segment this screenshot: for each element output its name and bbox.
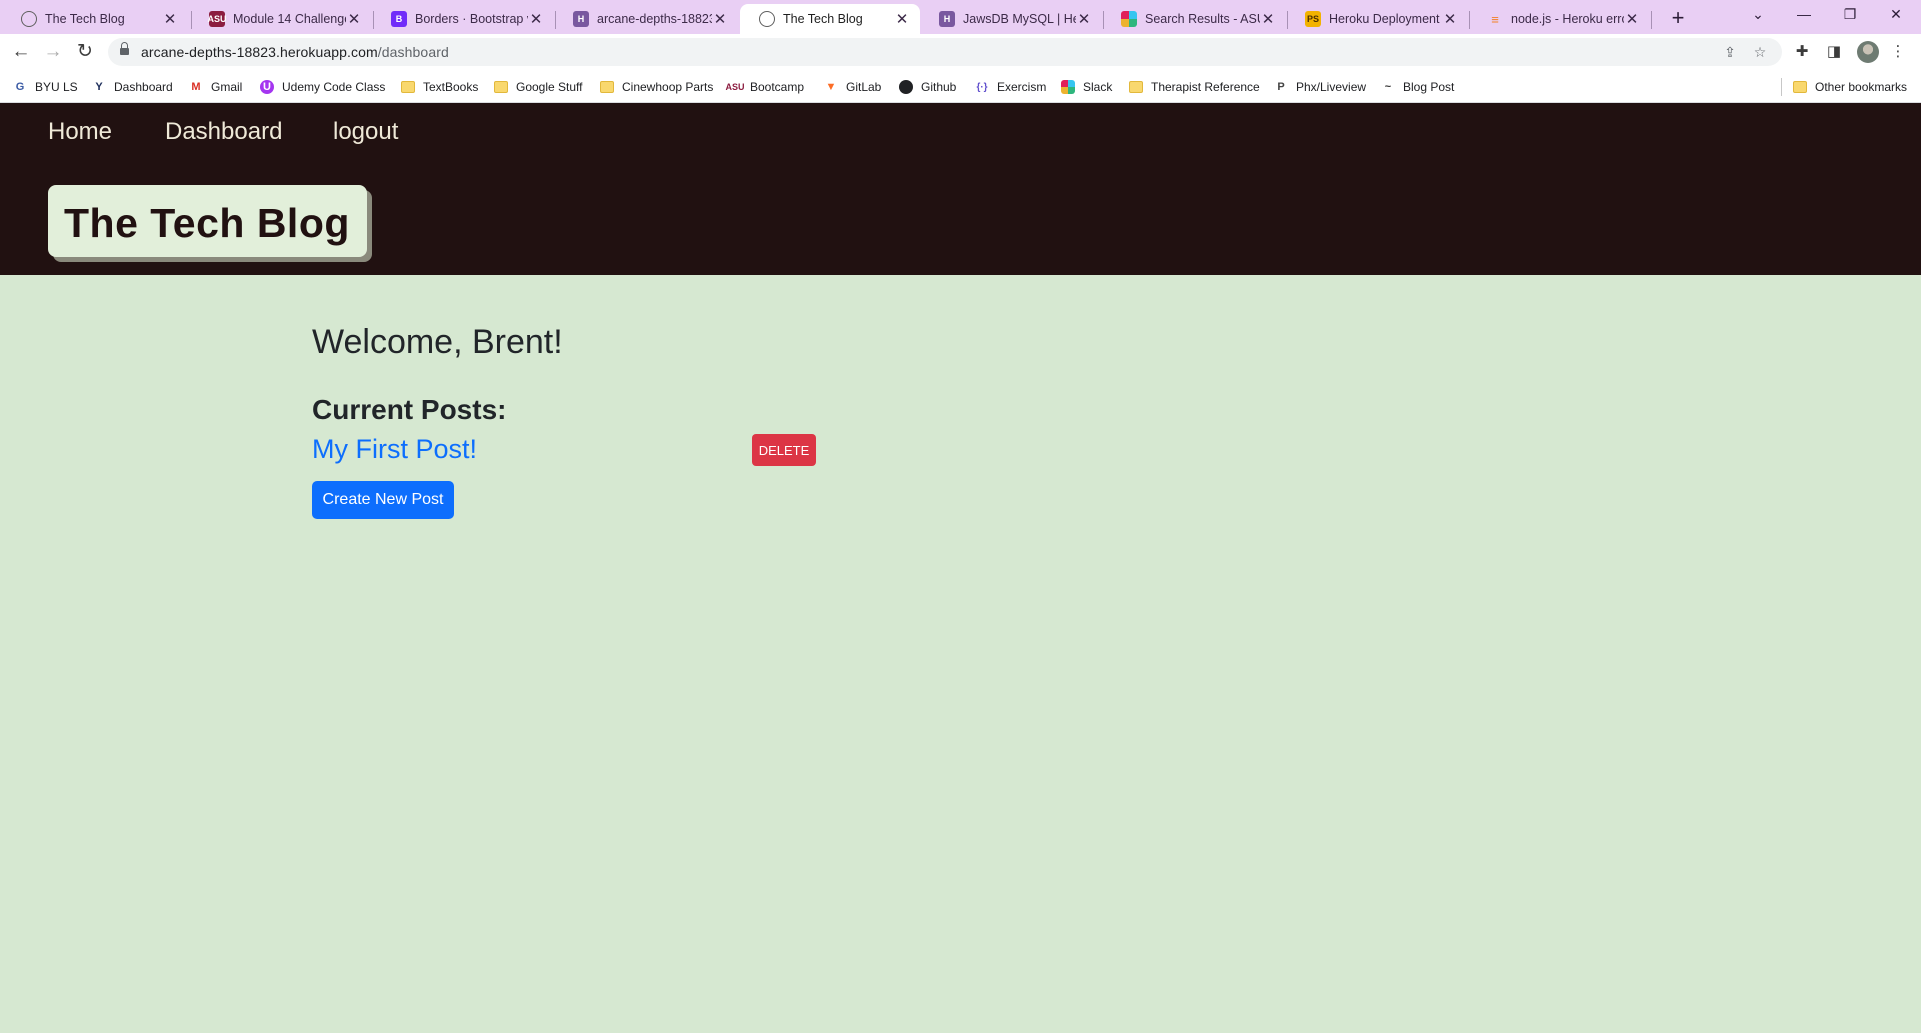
github-icon [899, 80, 913, 94]
new-tab-plus-icon[interactable]: + [1664, 4, 1692, 32]
bookmark-bootcamp[interactable]: ASU Bootcamp [725, 78, 805, 96]
tab-arcane-depths[interactable]: H arcane-depths-18823 ✕ [554, 4, 738, 34]
asu-icon: ASU [208, 11, 227, 27]
close-icon[interactable]: ✕ [1076, 10, 1092, 28]
nav-dashboard-link[interactable]: Dashboard [165, 118, 282, 146]
bookmark-textbooks[interactable]: TextBooks [401, 78, 478, 96]
url-text[interactable]: arcane-depths-18823.herokuapp.com/dashbo… [141, 44, 449, 60]
close-icon[interactable]: ✕ [1260, 10, 1276, 28]
browser-toolbar: ← → ↻ arcane-depths-18823.herokuapp.com/… [0, 34, 1921, 70]
close-icon[interactable]: ✕ [1442, 10, 1458, 28]
heroku-icon: H [939, 11, 955, 27]
exercism-icon: {·} [976, 81, 988, 93]
close-icon[interactable]: ✕ [162, 10, 178, 28]
site-brand: The Tech Blog [48, 185, 367, 257]
profile-avatar[interactable] [1857, 41, 1879, 63]
asu-icon: ASU [725, 82, 745, 92]
bookmark-dashboard[interactable]: Y Dashboard [92, 78, 172, 96]
pluralsight-icon: PS [1305, 11, 1321, 27]
site-header: Home Dashboard logout The Tech Blog [0, 103, 1921, 275]
bookmark-star-icon[interactable]: ☆ [1750, 42, 1770, 62]
tab-strip: The Tech Blog ✕ ASU Module 14 Challenge … [0, 0, 1921, 34]
tab-slack-search[interactable]: Search Results - ASU- ✕ [1102, 4, 1286, 34]
stackoverflow-icon: ≡ [1491, 11, 1499, 27]
bookmark-blog-post[interactable]: ~ Blog Post [1381, 78, 1455, 96]
minimize-icon[interactable]: — [1781, 0, 1827, 30]
slack-icon [1121, 11, 1137, 27]
folder-icon [494, 81, 508, 93]
blog-icon: ~ [1384, 81, 1392, 93]
nav-logout-link[interactable]: logout [333, 118, 398, 146]
bookmark-therapist-reference[interactable]: Therapist Reference [1129, 78, 1260, 96]
close-icon[interactable]: ✕ [894, 10, 910, 28]
tab-heroku-deployment[interactable]: PS Heroku Deployment G ✕ [1286, 4, 1468, 34]
site-title: The Tech Blog [64, 200, 350, 246]
bookmark-exercism[interactable]: {·} Exercism [975, 78, 1046, 96]
gmail-icon: M [191, 81, 201, 93]
gitlab-icon: ▼ [825, 81, 837, 93]
menu-kebab-icon[interactable]: ⋮ [1888, 42, 1908, 62]
tab-tech-blog-active[interactable]: The Tech Blog ✕ [740, 4, 920, 34]
tab-search-chevron-icon[interactable]: ⌄ [1735, 0, 1781, 30]
close-icon[interactable]: ✕ [346, 10, 362, 28]
close-icon[interactable]: ✕ [712, 10, 728, 28]
close-icon[interactable]: ✕ [528, 10, 544, 28]
forward-arrow-icon[interactable]: → [39, 38, 67, 66]
folder-icon [1129, 81, 1143, 93]
bookmark-github[interactable]: Github [899, 78, 956, 96]
bookmark-gmail[interactable]: M Gmail [189, 78, 242, 96]
reload-icon[interactable]: ↻ [71, 38, 99, 66]
bookmark-google-stuff[interactable]: Google Stuff [494, 78, 583, 96]
back-arrow-icon[interactable]: ← [7, 38, 35, 66]
bookmark-gitlab[interactable]: ▼ GitLab [824, 78, 882, 96]
bookmark-slack[interactable]: Slack [1061, 78, 1112, 96]
udemy-icon: U [260, 80, 274, 94]
post-link[interactable]: My First Post! [312, 434, 477, 465]
slack-icon [1061, 80, 1075, 94]
globe-icon [759, 11, 775, 27]
tab-bootstrap-borders[interactable]: B Borders · Bootstrap v5 ✕ [372, 4, 554, 34]
window-close-icon[interactable]: ✕ [1873, 0, 1919, 30]
globe-icon [21, 11, 37, 27]
tab-module-14[interactable]: ASU Module 14 Challenge ✕ [190, 4, 372, 34]
tab-jawsdb[interactable]: H JawsDB MySQL | Hero ✕ [920, 4, 1102, 34]
bookmark-byu-ls[interactable]: G BYU LS [13, 78, 78, 96]
byu-icon: G [15, 81, 25, 93]
bookmarks-bar: G BYU LS Y Dashboard M Gmail U Udemy Code Cl… [0, 70, 1921, 103]
create-new-post-button[interactable]: Create New Post [312, 481, 454, 519]
extensions-puzzle-icon[interactable]: ✚ [1792, 42, 1812, 62]
close-icon[interactable]: ✕ [1624, 10, 1640, 28]
current-posts-heading: Current Posts: [312, 394, 507, 425]
tab-nodejs-heroku-error[interactable]: ≡ node.js - Heroku error ✕ [1468, 4, 1650, 34]
share-icon[interactable]: ⇪ [1720, 42, 1740, 62]
welcome-heading: Welcome, Brent! [312, 323, 563, 361]
side-panel-icon[interactable]: ◨ [1824, 42, 1844, 62]
phx-icon: P [1277, 81, 1285, 93]
folder-icon [600, 81, 614, 93]
heroku-icon: H [573, 11, 589, 27]
restore-icon[interactable]: ❐ [1827, 0, 1873, 30]
bookmark-other[interactable]: Other bookmarks [1793, 78, 1907, 96]
lock-icon[interactable] [120, 42, 129, 57]
bookmark-cinewhoop[interactable]: Cinewhoop Parts [600, 78, 713, 96]
nav-home-link[interactable]: Home [48, 118, 112, 146]
bootstrap-icon: B [391, 11, 407, 27]
folder-icon [401, 81, 415, 93]
tab-tech-blog-1[interactable]: The Tech Blog ✕ [2, 4, 188, 34]
folder-icon [1793, 81, 1807, 93]
delete-post-button[interactable]: DELETE [752, 434, 816, 466]
bookmark-phx-liveview[interactable]: P Phx/Liveview [1274, 78, 1366, 96]
address-bar[interactable]: arcane-depths-18823.herokuapp.com/dashbo… [108, 38, 1782, 66]
y-icon: Y [95, 81, 103, 93]
bookmark-udemy[interactable]: U Udemy Code Class [260, 78, 385, 96]
